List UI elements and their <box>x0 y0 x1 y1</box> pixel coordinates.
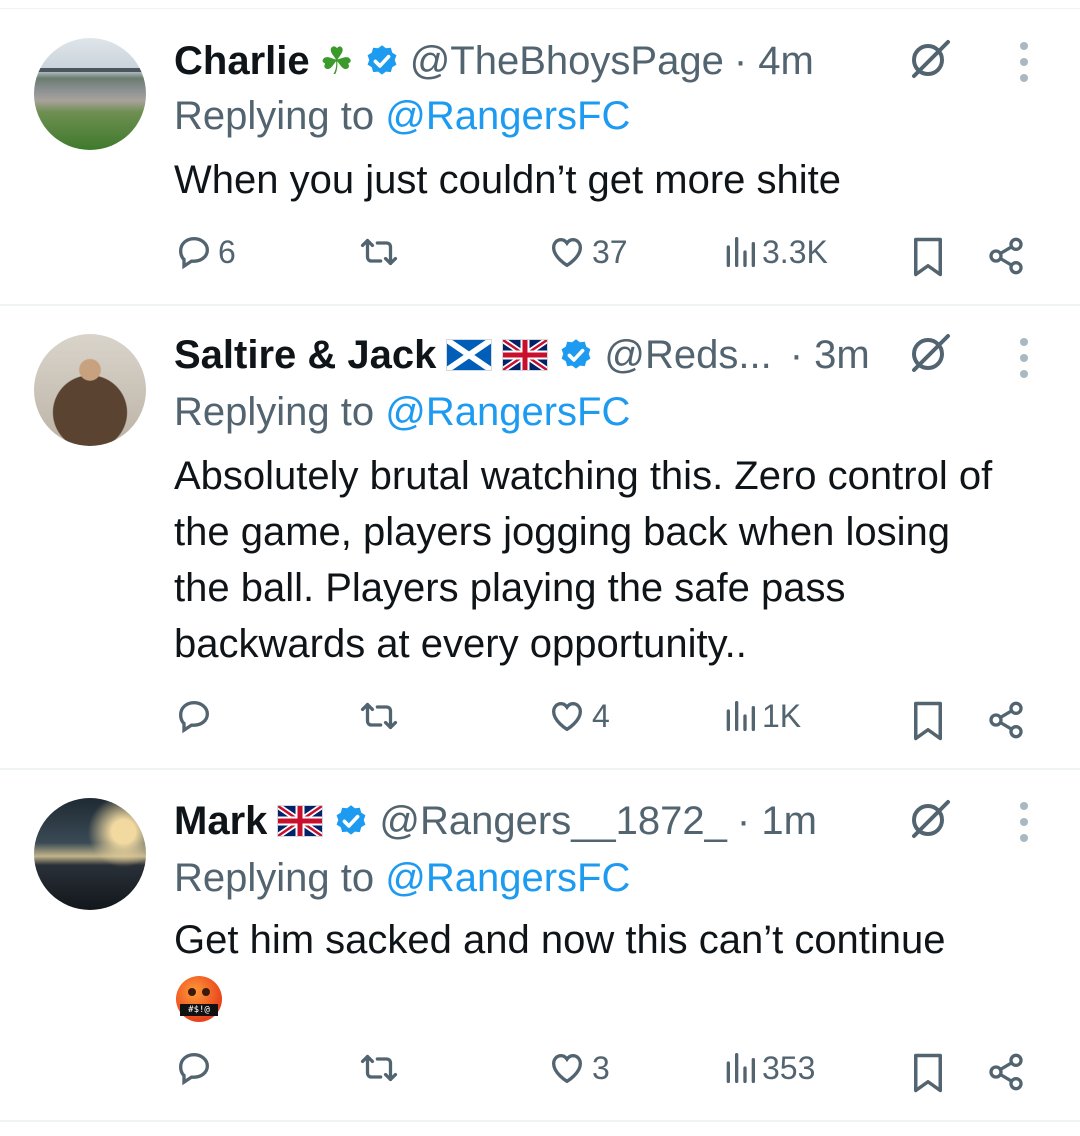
tweet-divider <box>0 1120 1080 1122</box>
more-vertical-icon[interactable] <box>1012 334 1036 382</box>
display-name[interactable]: Mark <box>174 799 267 844</box>
tweet-text-line: the ball. Players playing the safe pass <box>174 566 846 610</box>
replying-to-line: Replying to @RangersFC <box>174 856 630 901</box>
views-icon <box>726 237 755 267</box>
shamrock-icon: ☘ <box>319 40 354 83</box>
like-count: 4 <box>592 697 610 734</box>
avatar[interactable] <box>34 38 146 150</box>
like-icon <box>551 1053 583 1084</box>
uk-flag-icon <box>277 805 324 837</box>
reply-count: 6 <box>218 233 236 270</box>
no-entry-icon[interactable] <box>906 796 954 844</box>
tweet-divider <box>0 304 1080 306</box>
more-vertical-icon[interactable] <box>1012 798 1036 846</box>
tweet-text-line: backwards at every opportunity.. <box>174 622 747 666</box>
like-button[interactable]: 4 <box>546 696 610 736</box>
tweet-header: Saltire & Jack @Reds... · 3m <box>174 330 870 380</box>
tweet-text-line: Get him sacked and now this can’t contin… <box>174 918 946 962</box>
view-count: 3.3K <box>762 233 828 270</box>
views-button[interactable]: 353 <box>722 1048 815 1088</box>
verified-badge-icon <box>561 339 591 369</box>
user-handle[interactable]: @TheBhoysPage <box>410 39 724 84</box>
tweet-actions: 3 353 <box>0 1048 1080 1098</box>
like-icon <box>551 237 583 268</box>
replying-to-link[interactable]: @RangersFC <box>385 390 630 434</box>
reply-icon <box>178 700 210 734</box>
bookmark-icon[interactable] <box>910 700 946 742</box>
like-icon <box>551 701 583 732</box>
reply-icon <box>178 236 210 270</box>
view-count: 353 <box>762 1049 816 1086</box>
repost-icon <box>360 702 398 730</box>
tweet-text: Get him sacked and now this can’t contin… <box>174 912 1054 968</box>
timestamp[interactable]: · 3m <box>790 333 870 378</box>
views-button[interactable]: 1K <box>722 696 801 736</box>
tweet-text-line: the game, players jogging back when losi… <box>174 510 951 554</box>
replying-label: Replying to <box>174 856 386 900</box>
tweet-header: Mark @Rangers__1872_ · 1m <box>174 796 817 846</box>
replying-to-link[interactable]: @RangersFC <box>385 94 630 138</box>
tweet-text-line: When you just couldn’t get more shite <box>174 158 842 202</box>
reply-button[interactable] <box>174 696 218 736</box>
repost-button[interactable] <box>356 1048 406 1088</box>
share-icon[interactable] <box>986 236 1026 276</box>
uk-flag-icon <box>502 339 549 371</box>
share-icon[interactable] <box>986 1052 1026 1092</box>
top-divider <box>0 8 1080 9</box>
user-handle[interactable]: @Reds... <box>604 333 771 378</box>
reply-button[interactable]: 6 <box>174 232 236 272</box>
repost-icon <box>360 238 398 266</box>
replying-to-line: Replying to @RangersFC <box>174 390 630 435</box>
verified-badge-icon <box>336 805 366 835</box>
reply-icon <box>178 1052 210 1086</box>
views-icon <box>726 701 755 731</box>
emoji-symbols: #$!@ <box>180 1004 218 1016</box>
timestamp[interactable]: · 4m <box>734 39 814 84</box>
avatar[interactable] <box>34 334 146 446</box>
no-entry-icon[interactable] <box>906 36 954 84</box>
tweet-text-line: Absolutely brutal watching this. Zero co… <box>174 454 993 498</box>
timestamp[interactable]: · 1m <box>737 799 817 844</box>
avatar[interactable] <box>34 798 146 910</box>
replying-to-link[interactable]: @RangersFC <box>385 856 630 900</box>
replying-label: Replying to <box>174 94 386 138</box>
like-count: 37 <box>592 233 628 270</box>
repost-icon <box>360 1054 398 1082</box>
reply-button[interactable] <box>174 1048 218 1088</box>
views-icon <box>726 1053 755 1083</box>
tweet-text: Absolutely brutal watching this. Zero co… <box>174 448 1054 672</box>
views-button[interactable]: 3.3K <box>722 232 828 272</box>
share-icon[interactable] <box>986 700 1026 740</box>
display-name[interactable]: Saltire & Jack <box>174 333 436 378</box>
tweet-header: Charlie ☘ @TheBhoysPage · 4m <box>174 36 814 86</box>
tweet-actions: 4 1K <box>0 696 1080 746</box>
scotland-flag-icon <box>446 339 493 371</box>
face-with-symbols-emoji-icon: #$!@ <box>176 976 222 1022</box>
like-button[interactable]: 37 <box>546 232 628 272</box>
no-entry-icon[interactable] <box>906 330 954 378</box>
replying-to-line: Replying to @RangersFC <box>174 94 630 139</box>
more-vertical-icon[interactable] <box>1012 38 1036 86</box>
tweet-actions: 6 37 3.3K <box>0 232 1080 282</box>
bookmark-icon[interactable] <box>910 1052 946 1094</box>
bookmark-icon[interactable] <box>910 236 946 278</box>
like-button[interactable]: 3 <box>546 1048 610 1088</box>
verified-badge-icon <box>367 45 397 75</box>
like-count: 3 <box>592 1049 610 1086</box>
user-handle[interactable]: @Rangers__1872_ <box>379 799 727 844</box>
tweet-divider <box>0 768 1080 770</box>
repost-button[interactable] <box>356 232 406 272</box>
display-name[interactable]: Charlie <box>174 39 310 84</box>
repost-button[interactable] <box>356 696 406 736</box>
view-count: 1K <box>762 697 802 734</box>
replying-label: Replying to <box>174 390 386 434</box>
tweet-text: When you just couldn’t get more shite <box>174 152 1054 208</box>
